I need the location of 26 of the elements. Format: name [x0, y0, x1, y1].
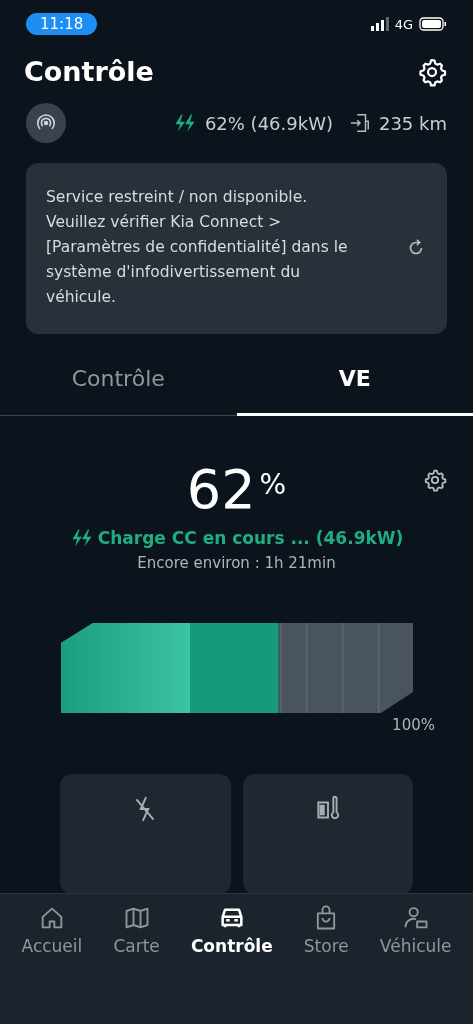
nav-item[interactable]: Accueil [17, 904, 87, 964]
tab[interactable]: VE [236, 346, 473, 416]
nav-item[interactable]: Store [299, 904, 353, 964]
range-summary: 235 km [378, 112, 447, 134]
settings-icon[interactable] [423, 468, 447, 492]
battery-icon [419, 17, 447, 31]
range-icon [348, 112, 371, 134]
charge-summary: 62% (46.9kW) [204, 112, 333, 134]
time-remaining: Encore environ : 1h 21min [137, 554, 336, 572]
notice-text: Service restreint / non disponible. Veuillez vérifier Kia Connect > [Paramètres de confidentialité] dans le système d'infodivertissement du véhicule. [46, 187, 349, 308]
control-tile[interactable] [242, 774, 413, 894]
control-tile[interactable] [60, 774, 231, 894]
settings-icon[interactable] [417, 56, 447, 87]
charge-percent: 62 [186, 460, 256, 520]
remote-button[interactable] [26, 103, 66, 143]
tab[interactable]: Contrôle [0, 346, 237, 416]
status-time: 11:18 [26, 13, 98, 35]
network-label: 4G [394, 16, 413, 32]
nav-item[interactable]: Véhicule [375, 904, 456, 964]
page-title: Contrôle [24, 56, 154, 87]
nav-item[interactable]: Carte [109, 904, 164, 964]
signal-icon [370, 17, 389, 31]
max-label: 100% [392, 716, 435, 734]
percent-unit: % [259, 468, 287, 501]
charging-status: Charge CC en cours ... (46.9kW) [97, 528, 404, 548]
nav-item[interactable]: Contrôle [186, 904, 277, 964]
